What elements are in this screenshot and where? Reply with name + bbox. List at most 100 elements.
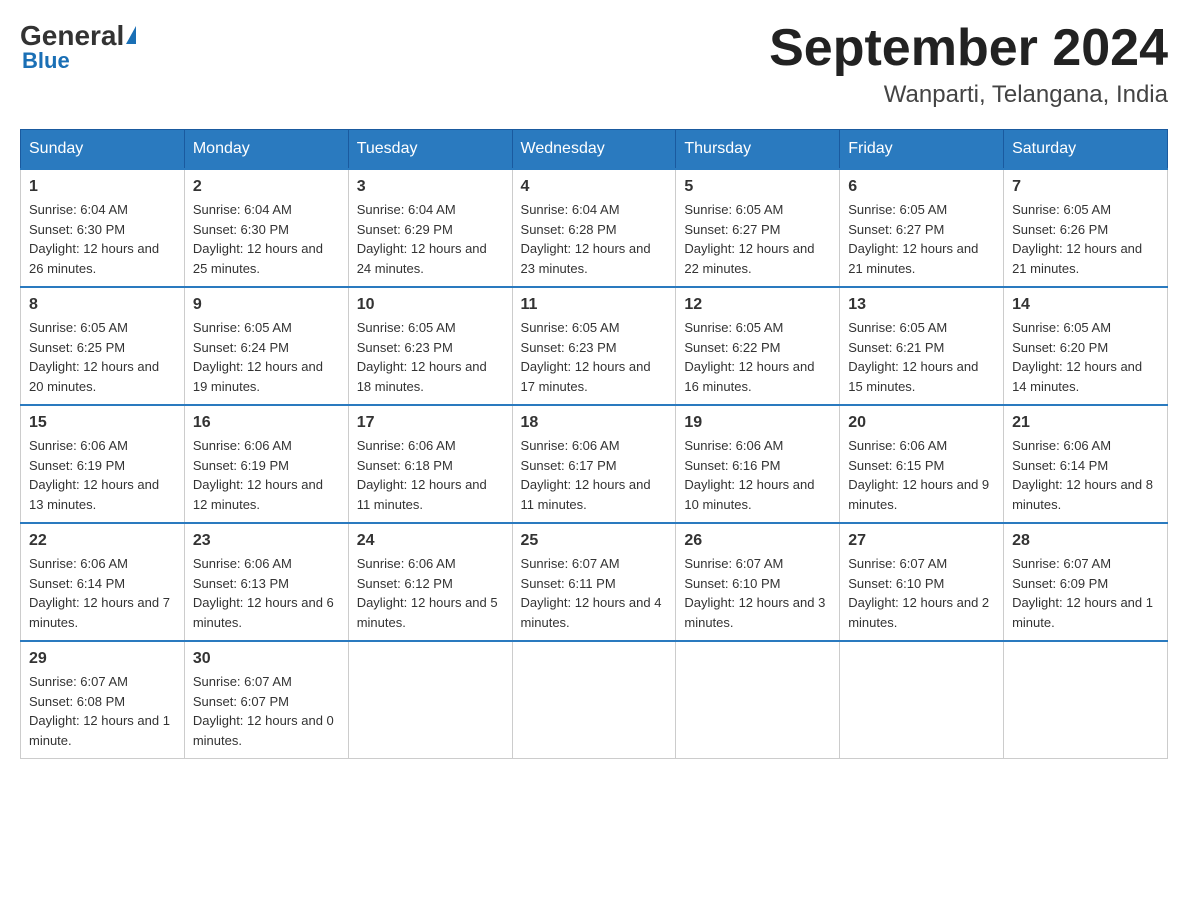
calendar-cell: 26 Sunrise: 6:07 AMSunset: 6:10 PMDaylig…	[676, 523, 840, 641]
location-title: Wanparti, Telangana, India	[769, 81, 1168, 109]
calendar-cell: 30 Sunrise: 6:07 AMSunset: 6:07 PMDaylig…	[184, 641, 348, 759]
day-info: Sunrise: 6:07 AMSunset: 6:09 PMDaylight:…	[1012, 554, 1159, 632]
day-number: 15	[29, 414, 176, 432]
calendar-cell: 20 Sunrise: 6:06 AMSunset: 6:15 PMDaylig…	[840, 405, 1004, 523]
calendar-cell: 23 Sunrise: 6:06 AMSunset: 6:13 PMDaylig…	[184, 523, 348, 641]
calendar-cell	[840, 641, 1004, 759]
calendar-cell	[348, 641, 512, 759]
col-monday: Monday	[184, 130, 348, 170]
calendar-cell: 15 Sunrise: 6:06 AMSunset: 6:19 PMDaylig…	[21, 405, 185, 523]
col-wednesday: Wednesday	[512, 130, 676, 170]
day-number: 19	[684, 414, 831, 432]
calendar-cell: 17 Sunrise: 6:06 AMSunset: 6:18 PMDaylig…	[348, 405, 512, 523]
day-info: Sunrise: 6:06 AMSunset: 6:12 PMDaylight:…	[357, 554, 504, 632]
calendar-cell: 2 Sunrise: 6:04 AMSunset: 6:30 PMDayligh…	[184, 169, 348, 287]
calendar-cell: 6 Sunrise: 6:05 AMSunset: 6:27 PMDayligh…	[840, 169, 1004, 287]
day-number: 6	[848, 178, 995, 196]
calendar-week-row: 22 Sunrise: 6:06 AMSunset: 6:14 PMDaylig…	[21, 523, 1168, 641]
day-info: Sunrise: 6:05 AMSunset: 6:26 PMDaylight:…	[1012, 200, 1159, 278]
day-info: Sunrise: 6:04 AMSunset: 6:29 PMDaylight:…	[357, 200, 504, 278]
day-info: Sunrise: 6:06 AMSunset: 6:14 PMDaylight:…	[1012, 436, 1159, 514]
logo: General Blue	[20, 20, 136, 74]
day-number: 26	[684, 532, 831, 550]
calendar-cell: 22 Sunrise: 6:06 AMSunset: 6:14 PMDaylig…	[21, 523, 185, 641]
calendar-cell	[1004, 641, 1168, 759]
calendar-header-row: Sunday Monday Tuesday Wednesday Thursday…	[21, 130, 1168, 170]
calendar-week-row: 1 Sunrise: 6:04 AMSunset: 6:30 PMDayligh…	[21, 169, 1168, 287]
day-number: 13	[848, 296, 995, 314]
day-info: Sunrise: 6:05 AMSunset: 6:21 PMDaylight:…	[848, 318, 995, 396]
day-number: 14	[1012, 296, 1159, 314]
day-number: 24	[357, 532, 504, 550]
page-header: General Blue September 2024 Wanparti, Te…	[20, 20, 1168, 109]
day-info: Sunrise: 6:04 AMSunset: 6:30 PMDaylight:…	[193, 200, 340, 278]
calendar-cell	[512, 641, 676, 759]
calendar-cell	[676, 641, 840, 759]
day-number: 25	[521, 532, 668, 550]
calendar-cell: 13 Sunrise: 6:05 AMSunset: 6:21 PMDaylig…	[840, 287, 1004, 405]
month-title: September 2024	[769, 20, 1168, 77]
logo-triangle-icon	[126, 26, 136, 44]
day-info: Sunrise: 6:05 AMSunset: 6:23 PMDaylight:…	[521, 318, 668, 396]
day-info: Sunrise: 6:07 AMSunset: 6:07 PMDaylight:…	[193, 672, 340, 750]
day-info: Sunrise: 6:06 AMSunset: 6:19 PMDaylight:…	[29, 436, 176, 514]
day-number: 22	[29, 532, 176, 550]
calendar-cell: 12 Sunrise: 6:05 AMSunset: 6:22 PMDaylig…	[676, 287, 840, 405]
day-number: 3	[357, 178, 504, 196]
calendar-cell: 8 Sunrise: 6:05 AMSunset: 6:25 PMDayligh…	[21, 287, 185, 405]
calendar-cell: 28 Sunrise: 6:07 AMSunset: 6:09 PMDaylig…	[1004, 523, 1168, 641]
calendar-cell: 9 Sunrise: 6:05 AMSunset: 6:24 PMDayligh…	[184, 287, 348, 405]
day-number: 7	[1012, 178, 1159, 196]
day-number: 20	[848, 414, 995, 432]
title-block: September 2024 Wanparti, Telangana, Indi…	[769, 20, 1168, 109]
day-info: Sunrise: 6:05 AMSunset: 6:27 PMDaylight:…	[684, 200, 831, 278]
day-info: Sunrise: 6:06 AMSunset: 6:15 PMDaylight:…	[848, 436, 995, 514]
day-info: Sunrise: 6:06 AMSunset: 6:19 PMDaylight:…	[193, 436, 340, 514]
calendar-cell: 29 Sunrise: 6:07 AMSunset: 6:08 PMDaylig…	[21, 641, 185, 759]
day-number: 2	[193, 178, 340, 196]
day-number: 23	[193, 532, 340, 550]
calendar-cell: 7 Sunrise: 6:05 AMSunset: 6:26 PMDayligh…	[1004, 169, 1168, 287]
day-number: 9	[193, 296, 340, 314]
day-info: Sunrise: 6:04 AMSunset: 6:30 PMDaylight:…	[29, 200, 176, 278]
day-number: 30	[193, 650, 340, 668]
calendar-cell: 27 Sunrise: 6:07 AMSunset: 6:10 PMDaylig…	[840, 523, 1004, 641]
day-number: 5	[684, 178, 831, 196]
day-info: Sunrise: 6:07 AMSunset: 6:10 PMDaylight:…	[684, 554, 831, 632]
day-info: Sunrise: 6:05 AMSunset: 6:25 PMDaylight:…	[29, 318, 176, 396]
calendar-cell: 3 Sunrise: 6:04 AMSunset: 6:29 PMDayligh…	[348, 169, 512, 287]
day-info: Sunrise: 6:06 AMSunset: 6:14 PMDaylight:…	[29, 554, 176, 632]
col-sunday: Sunday	[21, 130, 185, 170]
day-info: Sunrise: 6:05 AMSunset: 6:24 PMDaylight:…	[193, 318, 340, 396]
col-saturday: Saturday	[1004, 130, 1168, 170]
col-thursday: Thursday	[676, 130, 840, 170]
day-number: 17	[357, 414, 504, 432]
day-number: 28	[1012, 532, 1159, 550]
calendar-cell: 4 Sunrise: 6:04 AMSunset: 6:28 PMDayligh…	[512, 169, 676, 287]
day-number: 12	[684, 296, 831, 314]
col-tuesday: Tuesday	[348, 130, 512, 170]
day-info: Sunrise: 6:06 AMSunset: 6:18 PMDaylight:…	[357, 436, 504, 514]
col-friday: Friday	[840, 130, 1004, 170]
day-info: Sunrise: 6:07 AMSunset: 6:11 PMDaylight:…	[521, 554, 668, 632]
day-number: 16	[193, 414, 340, 432]
calendar-week-row: 29 Sunrise: 6:07 AMSunset: 6:08 PMDaylig…	[21, 641, 1168, 759]
calendar-week-row: 8 Sunrise: 6:05 AMSunset: 6:25 PMDayligh…	[21, 287, 1168, 405]
day-number: 1	[29, 178, 176, 196]
day-info: Sunrise: 6:05 AMSunset: 6:23 PMDaylight:…	[357, 318, 504, 396]
calendar-cell: 25 Sunrise: 6:07 AMSunset: 6:11 PMDaylig…	[512, 523, 676, 641]
day-number: 21	[1012, 414, 1159, 432]
day-number: 8	[29, 296, 176, 314]
calendar-cell: 18 Sunrise: 6:06 AMSunset: 6:17 PMDaylig…	[512, 405, 676, 523]
calendar-cell: 11 Sunrise: 6:05 AMSunset: 6:23 PMDaylig…	[512, 287, 676, 405]
day-info: Sunrise: 6:05 AMSunset: 6:22 PMDaylight:…	[684, 318, 831, 396]
calendar-cell: 16 Sunrise: 6:06 AMSunset: 6:19 PMDaylig…	[184, 405, 348, 523]
calendar-cell: 21 Sunrise: 6:06 AMSunset: 6:14 PMDaylig…	[1004, 405, 1168, 523]
day-number: 27	[848, 532, 995, 550]
day-info: Sunrise: 6:06 AMSunset: 6:13 PMDaylight:…	[193, 554, 340, 632]
day-number: 10	[357, 296, 504, 314]
calendar-cell: 1 Sunrise: 6:04 AMSunset: 6:30 PMDayligh…	[21, 169, 185, 287]
day-number: 18	[521, 414, 668, 432]
day-info: Sunrise: 6:07 AMSunset: 6:08 PMDaylight:…	[29, 672, 176, 750]
calendar-cell: 24 Sunrise: 6:06 AMSunset: 6:12 PMDaylig…	[348, 523, 512, 641]
